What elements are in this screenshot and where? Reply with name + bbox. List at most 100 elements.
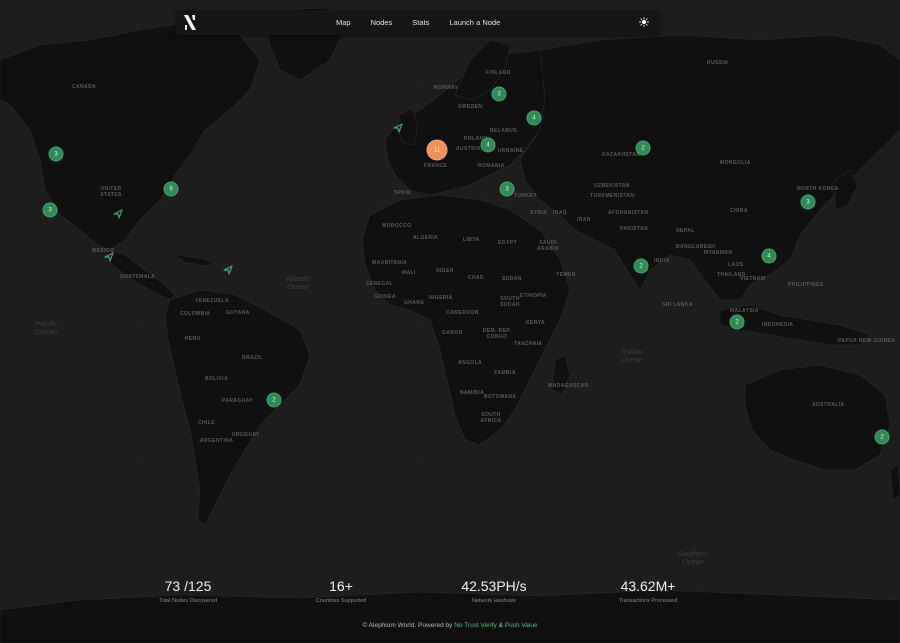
country-label: UNITED STATES	[100, 186, 122, 198]
node-marker-icon[interactable]	[104, 252, 114, 262]
country-label: IRAN	[577, 217, 591, 223]
country-label: CHINA	[730, 208, 748, 214]
nav-links: Map Nodes Stats Launch a Node	[336, 10, 520, 35]
stat-value: 43.62M+	[620, 578, 676, 594]
country-label: TANZANIA	[514, 341, 543, 347]
node-cluster[interactable]: 3	[48, 146, 64, 162]
node-cluster[interactable]: 3	[491, 86, 507, 102]
country-label: SOUTH AFRICA	[480, 412, 502, 424]
country-label: BELARUS	[490, 128, 517, 134]
country-label: INDONESIA	[762, 322, 794, 328]
nav-link-map[interactable]: Map	[336, 18, 351, 27]
node-cluster[interactable]: 4	[480, 137, 496, 153]
ocean-label-atlantic: Atlantic Ocean	[285, 274, 311, 291]
country-label: NIGER	[436, 268, 454, 274]
country-label: MONGOLIA	[720, 160, 751, 166]
node-cluster[interactable]: 4	[526, 110, 542, 126]
country-label: NEPAL	[676, 228, 695, 234]
country-label: COLOMBIA	[180, 311, 211, 317]
node-cluster[interactable]: 3	[499, 181, 515, 197]
node-marker-icon[interactable]	[393, 123, 403, 133]
ocean-label-indian: Indian Ocean	[620, 347, 644, 364]
footer: © Alephium World. Powered by No Trust Ve…	[0, 622, 900, 629]
country-label: CAMEROON	[446, 310, 479, 316]
node-cluster[interactable]: 2	[874, 429, 890, 445]
footer-link-push-value[interactable]: Push Value	[505, 622, 538, 629]
country-label: LIBYA	[463, 237, 480, 243]
country-label: EGYPT	[498, 240, 517, 246]
node-cluster[interactable]: 4	[761, 248, 777, 264]
country-label: MYANMAR	[704, 250, 733, 256]
footer-copyright: © Alephium World. Powered by	[362, 622, 453, 629]
country-label: URUGUAY	[232, 432, 260, 438]
country-label: CANADA	[72, 84, 97, 90]
country-label: ZAMBIA	[494, 370, 516, 376]
country-label: INDIA	[654, 258, 670, 264]
node-cluster[interactable]: 3	[42, 202, 58, 218]
country-label: PERU	[185, 336, 201, 342]
ocean-label-pacific: Pacific Ocean	[34, 319, 58, 336]
alephium-logo-icon[interactable]	[183, 14, 197, 31]
country-label: MAURITANIA	[372, 260, 408, 266]
nav-link-nodes[interactable]: Nodes	[371, 18, 393, 27]
country-label: UZBEKISTAN	[594, 183, 630, 189]
network-stats: 73 /125 Total Nodes Discovered 16+ Count…	[0, 578, 900, 618]
node-marker-icon[interactable]	[223, 265, 233, 275]
country-label: BOTSWANA	[484, 394, 517, 400]
country-label: RUSSIA	[707, 60, 729, 66]
country-label: BOLIVIA	[205, 376, 229, 382]
country-label: GUINEA	[374, 294, 396, 300]
country-label: CHILE	[198, 420, 215, 426]
node-cluster[interactable]: 2	[633, 258, 649, 274]
country-label: GHANA	[404, 300, 425, 306]
nav-link-launch-node[interactable]: Launch a Node	[449, 18, 500, 27]
country-label: MADAGASCAR	[548, 383, 589, 389]
stat-label: Transactions Processed	[618, 598, 678, 604]
node-cluster[interactable]: 2	[266, 392, 282, 408]
country-label: FINLAND	[486, 70, 511, 76]
nav-link-stats[interactable]: Stats	[412, 18, 429, 27]
stat-label: Countries Supported	[315, 598, 367, 604]
country-label: ANGOLA	[458, 360, 483, 366]
country-label: PARAGUAY	[222, 398, 253, 404]
country-label: YEMEN	[556, 272, 576, 278]
country-label: NIGERIA	[429, 295, 453, 301]
country-label: SENEGAL	[366, 281, 393, 287]
stat-value: 42.53PH/s	[461, 578, 527, 594]
country-label: AFGHANISTAN	[608, 210, 649, 216]
footer-link-no-trust-verify[interactable]: No Trust Verify	[454, 622, 497, 629]
country-label: NAMIBIA	[460, 390, 485, 396]
country-label: MALAYSIA	[730, 308, 759, 314]
node-cluster-large[interactable]: 11	[426, 139, 448, 161]
country-label: PAKISTAN	[620, 226, 649, 232]
country-label: SRI LANKA	[662, 302, 693, 308]
node-marker-icon[interactable]	[113, 209, 123, 219]
country-label: IRAQ	[553, 210, 568, 216]
country-label: VENEZUELA	[195, 298, 229, 304]
node-cluster[interactable]: 9	[163, 181, 179, 197]
country-label: LAOS	[728, 262, 744, 268]
node-cluster[interactable]: 2	[729, 314, 745, 330]
node-cluster[interactable]: 2	[635, 140, 651, 156]
country-label: SYRIA	[530, 210, 548, 216]
country-label: CHAD	[468, 275, 485, 281]
country-label: MALI	[402, 270, 416, 276]
country-label: SAUDI ARABIA	[537, 240, 559, 252]
country-label: TURKEY	[514, 193, 537, 199]
stat-hashrate: 42.53PH/s Network Hashrate	[434, 578, 554, 604]
top-navbar: Map Nodes Stats Launch a Node	[176, 10, 660, 35]
country-label: ALGERIA	[413, 235, 439, 241]
sun-icon[interactable]	[639, 17, 649, 27]
country-label: VIETNAM	[740, 276, 766, 282]
node-cluster[interactable]: 3	[800, 194, 816, 210]
stat-countries: 16+ Countries Supported	[281, 578, 401, 604]
footer-ampersand: &	[498, 622, 503, 629]
country-label: SUDAN	[502, 276, 522, 282]
country-label: ROMANIA	[478, 163, 505, 169]
country-label: SWEDEN	[458, 104, 483, 110]
country-label: AUSTRALIA	[812, 402, 845, 408]
country-label: MOROCCO	[382, 223, 412, 229]
country-label: PHILIPPINES	[788, 282, 824, 288]
country-label: FRANCE	[424, 163, 448, 169]
country-label: KAZAKHSTAN	[602, 152, 641, 158]
